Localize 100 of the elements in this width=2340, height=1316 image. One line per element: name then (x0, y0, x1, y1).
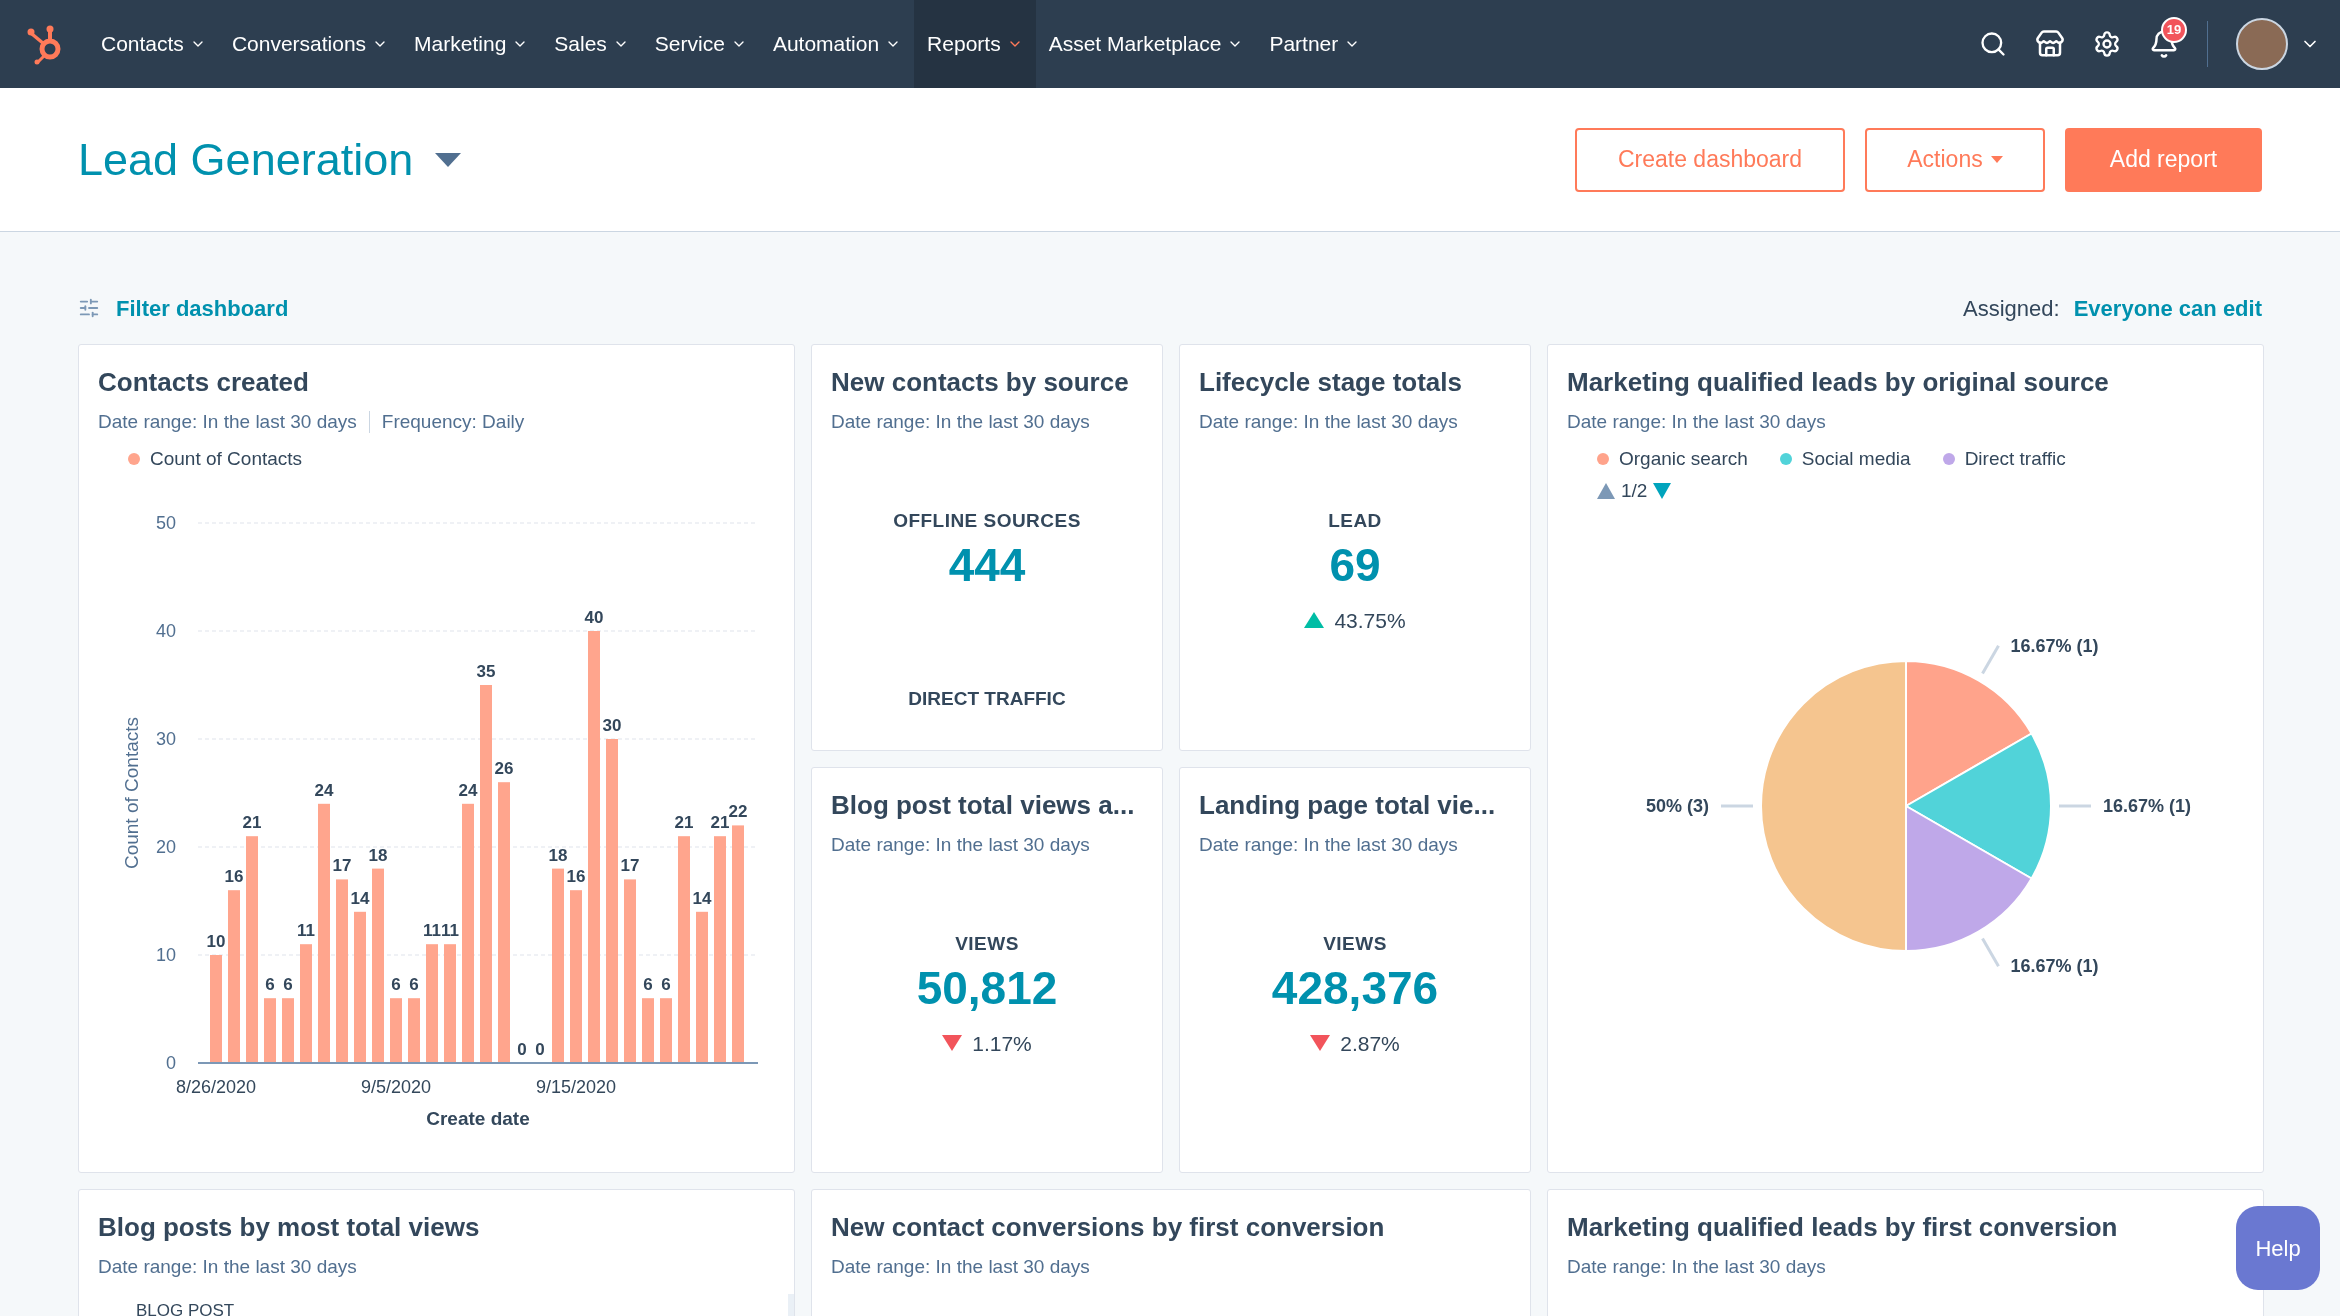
dashboard-selector[interactable]: Lead Generation (78, 125, 462, 194)
help-button[interactable]: Help (2236, 1206, 2320, 1290)
bar[interactable] (210, 955, 222, 1063)
pie-slice[interactable] (1759, 659, 1907, 952)
bar[interactable] (624, 879, 636, 1063)
date-range-text: Date range: In the last 30 days (831, 833, 1090, 857)
data-label: 18 (548, 845, 568, 865)
assigned-label: Assigned: (1963, 294, 2060, 323)
bar[interactable] (480, 685, 492, 1063)
card-title[interactable]: New contact conversions by first conversion (831, 1208, 1385, 1247)
pie-slice[interactable] (1904, 659, 2033, 807)
change-percent: 1.17% (972, 1030, 1032, 1057)
axis-title: Count of Contacts (121, 716, 142, 870)
data-label: 16 (224, 867, 244, 887)
bar[interactable] (318, 803, 330, 1063)
metric-value: 444 (948, 538, 1026, 593)
metric-label: LEAD (1328, 508, 1382, 533)
data-label: 50% (3) (1645, 795, 1709, 816)
data-label: 16.67% (1) (2102, 795, 2191, 816)
nav-menu-item[interactable]: Automation (759, 0, 915, 88)
bar[interactable] (462, 803, 474, 1063)
leader-line (1720, 804, 1753, 807)
pie-slice[interactable] (1904, 732, 2052, 879)
date-range-text: Date range: In the last 30 days (1567, 410, 1826, 434)
nav-menu-item[interactable]: Marketing (401, 0, 542, 88)
card-title[interactable]: Marketing qualified leads by first conversion (1567, 1208, 2118, 1247)
bar[interactable] (228, 890, 240, 1063)
card-title[interactable]: Blog post total views a... (831, 786, 1135, 825)
nav-menu-item[interactable]: Asset Marketplace (1035, 0, 1257, 88)
bar[interactable] (372, 868, 384, 1063)
leader-line (2058, 804, 2091, 807)
metric-label: OFFLINE SOURCES (893, 508, 1081, 533)
data-label: 6 (661, 975, 671, 995)
bar[interactable] (732, 825, 744, 1063)
bar[interactable] (336, 879, 348, 1063)
axis-tick-label: 9/15/2020 (535, 1077, 617, 1097)
bar[interactable] (246, 836, 258, 1063)
data-label: 11 (423, 921, 441, 941)
data-label: 6 (643, 975, 653, 995)
bar[interactable] (300, 944, 312, 1063)
search-icon[interactable] (1979, 30, 2007, 58)
nav-menu-item[interactable]: Reports (914, 0, 1036, 88)
card-title[interactable]: Marketing qualified leads by original source (1567, 363, 2109, 402)
axis-tick-label: 8/26/2020 (175, 1077, 257, 1097)
card-title[interactable]: Contacts created (98, 363, 309, 402)
metric-label: VIEWS (955, 931, 1019, 956)
next-page-icon[interactable] (1653, 483, 1672, 500)
avatar[interactable] (2236, 18, 2288, 70)
previous-page-icon[interactable] (1597, 483, 1615, 500)
card-title[interactable]: New contacts by source (831, 363, 1129, 402)
data-label: 6 (409, 975, 419, 995)
bar[interactable] (426, 944, 438, 1063)
data-label: 14 (350, 888, 370, 908)
nav-menu-item[interactable]: Contacts (88, 0, 219, 88)
nav-menu-item[interactable]: Conversations (218, 0, 402, 88)
legend-label: Social media (1801, 446, 1911, 471)
axis-title: Create date (426, 1108, 530, 1129)
data-label: 17 (620, 856, 640, 876)
bar[interactable] (354, 911, 366, 1063)
settings-icon[interactable] (2093, 30, 2121, 58)
leader-line (1980, 644, 2000, 674)
store-icon[interactable] (2035, 29, 2065, 59)
axis-tick-label: 20 (155, 837, 176, 857)
filter-icon (78, 297, 100, 319)
pie-slice[interactable] (1904, 804, 2033, 952)
date-range-text: Date range: In the last 30 days (831, 1255, 1090, 1279)
nav-menu-item[interactable]: Sales (541, 0, 642, 88)
change-percent: 43.75% (1334, 607, 1406, 634)
bar[interactable] (714, 836, 726, 1063)
nav-menu-item[interactable]: Partner (1256, 0, 1374, 88)
date-range-text: Frequency: Daily (381, 410, 525, 434)
bar[interactable] (552, 868, 564, 1063)
data-label: 35 (476, 662, 496, 681)
caret-icon (435, 152, 462, 167)
bar[interactable] (660, 998, 672, 1063)
date-range-text: Date range: In the last 30 days (1567, 1255, 1826, 1279)
bar[interactable] (696, 911, 708, 1063)
caret-icon (1990, 156, 2003, 163)
bar[interactable] (588, 631, 600, 1063)
data-label: 24 (314, 780, 334, 800)
card-title[interactable]: Lifecycle stage totals (1199, 363, 1462, 402)
card-title[interactable]: Blog posts by most total views (98, 1208, 480, 1247)
data-label: 6 (265, 975, 275, 995)
bar[interactable] (498, 782, 510, 1063)
card-title[interactable]: Landing page total vie... (1199, 786, 1496, 825)
bar[interactable] (408, 998, 420, 1063)
bar[interactable] (444, 944, 456, 1063)
data-label: 16 (566, 867, 586, 887)
bar[interactable] (282, 998, 294, 1063)
data-label: 21 (242, 813, 262, 833)
metric-value: 69 (1329, 538, 1381, 593)
nav-menu-item[interactable]: Service (641, 0, 760, 88)
bar[interactable] (642, 998, 654, 1063)
bar[interactable] (264, 998, 276, 1063)
bar[interactable] (390, 998, 402, 1063)
bar[interactable] (606, 739, 618, 1063)
bar[interactable] (678, 836, 690, 1063)
bar[interactable] (570, 890, 582, 1063)
axis-tick-label: 9/5/2020 (360, 1077, 432, 1097)
data-label: 6 (283, 975, 293, 995)
